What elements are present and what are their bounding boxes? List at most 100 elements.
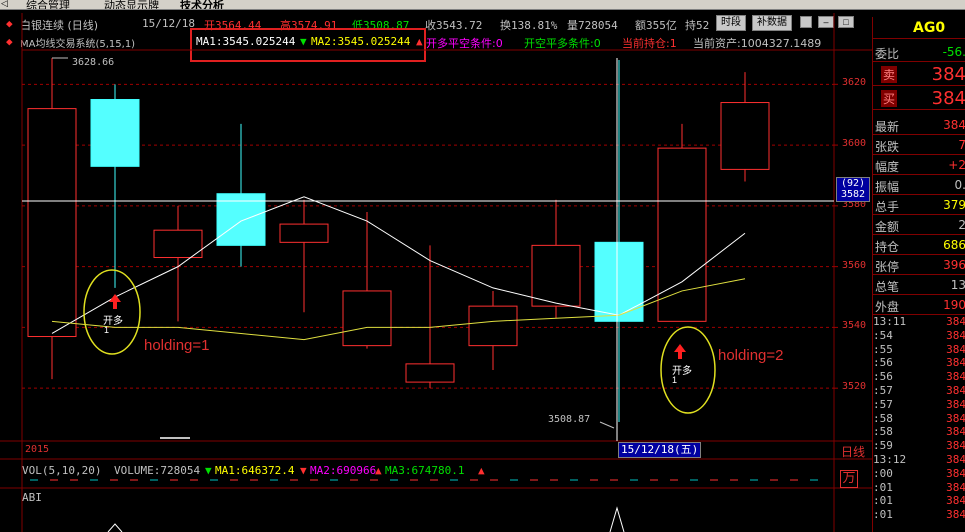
candle-down: [90, 99, 140, 167]
up-arrow-icon: ▲: [375, 464, 382, 477]
crosshair-price: 3582: [840, 189, 866, 200]
tick-row: :01 384: [873, 481, 965, 494]
open-short-condition: 开空平多条件:0: [524, 37, 601, 50]
tab-comprehensive-management[interactable]: 综合管理: [26, 0, 70, 9]
quote-stat-row: 外盘 190: [873, 295, 965, 315]
signal-open-long-count: 1: [672, 375, 678, 385]
tick-row: :58 384: [873, 412, 965, 425]
period-button[interactable]: 时段: [716, 15, 746, 31]
tick-row: :56 384: [873, 370, 965, 383]
quote-stat-label: 金额: [875, 220, 900, 234]
quote-volume: 量728054: [567, 19, 618, 32]
vol-volume: VOLUME:728054: [114, 464, 201, 477]
quote-stat-row: 张跌 7: [873, 135, 965, 155]
tab-dynamic-display[interactable]: 动态显示牌: [104, 0, 159, 9]
candle-up: [531, 244, 581, 307]
candle-up: [342, 290, 392, 347]
tick-price: 384: [946, 370, 965, 384]
candle-up: [279, 223, 329, 243]
candle-up: [468, 305, 518, 347]
volume-header-row: VOL(5,10,20) VOLUME:728054 ▼ MA1:646372.…: [0, 462, 870, 478]
tick-time: :59: [873, 439, 893, 453]
tick-time: :01: [873, 494, 893, 508]
crosshair-count: (92): [840, 178, 866, 189]
price-axis-label: 3520: [842, 381, 867, 393]
quote-stat-label: 外盘: [875, 300, 900, 314]
instrument-code: AG0: [913, 20, 946, 36]
quote-stat-value: 384: [943, 118, 965, 132]
tick-time: :58: [873, 425, 893, 439]
candle-up: [27, 108, 77, 338]
tick-price: 384: [946, 425, 965, 439]
tick-row: :57 384: [873, 398, 965, 411]
price-axis-label: 3560: [842, 259, 867, 271]
quote-stat-value: 686: [943, 238, 965, 252]
quote-stat-value: 379: [943, 198, 965, 212]
quote-stat-row: 总手 379: [873, 195, 965, 215]
tick-row: :56 384: [873, 356, 965, 369]
tick-time: :00: [873, 466, 893, 480]
quote-stat-label: 最新: [875, 120, 900, 134]
quote-stat-row: 最新 384: [873, 115, 965, 135]
tick-row: 13:12 384: [873, 453, 965, 466]
quote-stat-value: 13: [950, 278, 965, 292]
diamond-icon: ◆: [6, 35, 13, 48]
diamond-icon: ◆: [6, 17, 13, 30]
quote-turnover: 换138.81%: [500, 19, 558, 32]
quote-hold: 持52: [685, 19, 710, 32]
quote-stat-row: 张停 396: [873, 255, 965, 275]
tick-row: :54 384: [873, 329, 965, 342]
holding-annotation: holding=1: [144, 337, 210, 354]
quote-stat-value: 396: [943, 258, 965, 272]
abi-spike: [609, 506, 625, 532]
abi-label: ABI: [22, 491, 42, 504]
tick-row: :55 384: [873, 343, 965, 356]
crosshair-price-tag: (92) 3582: [836, 177, 870, 202]
order-ratio-row: 委比 -56.: [873, 42, 965, 62]
checkbox-icon[interactable]: [800, 16, 812, 28]
sell-label: 卖: [881, 66, 898, 83]
order-ratio-value: -56.: [942, 45, 965, 59]
abi-spike: [107, 523, 123, 532]
tick-time: :55: [873, 342, 893, 356]
minimize-icon[interactable]: –: [818, 16, 834, 28]
tick-time: :56: [873, 356, 893, 370]
candle-up: [720, 102, 770, 170]
quote-stat-row: 持仓 686: [873, 235, 965, 255]
buy-row[interactable]: 买 384: [873, 86, 965, 110]
tick-price: 384: [946, 315, 965, 328]
tick-price: 384: [946, 466, 965, 480]
tick-time: :54: [873, 328, 893, 342]
tick-price: 384: [946, 494, 965, 508]
ma-values-highlight-box: [190, 28, 426, 62]
fill-data-button[interactable]: 补数据: [752, 15, 792, 31]
buy-arrow-icon: [109, 294, 121, 309]
sell-price: 384: [931, 64, 965, 85]
restore-icon[interactable]: □: [838, 16, 854, 28]
quote-stat-label: 振幅: [875, 180, 900, 194]
tick-row: :57 384: [873, 384, 965, 397]
period-label[interactable]: 日线: [841, 443, 865, 460]
x-axis-year: 2015: [25, 444, 50, 455]
low-price-label: 3508.87: [548, 414, 591, 425]
tick-time: :57: [873, 397, 893, 411]
sell-row[interactable]: 卖 384: [873, 62, 965, 86]
tick-row: 13:11 384: [873, 315, 965, 328]
quote-stat-row: 金额 2: [873, 215, 965, 235]
tick-time: 13:12: [873, 453, 907, 466]
quote-stat-row: 幅度 +2: [873, 155, 965, 175]
quote-stat-label: 总手: [875, 200, 900, 214]
quote-stat-label: 张停: [875, 260, 900, 274]
tick-row: :01 384: [873, 508, 965, 521]
open-long-condition: 开多平空条件:0: [426, 37, 503, 50]
signal-open-long-count: 1: [104, 325, 110, 335]
candlestick-chart[interactable]: [0, 0, 965, 532]
tab-technical-analysis[interactable]: 技术分析: [180, 0, 224, 9]
buy-arrow-icon: [674, 344, 686, 359]
quote-date: 15/12/18: [142, 17, 195, 30]
order-ratio-label: 委比: [875, 47, 900, 61]
candle-up: [153, 229, 203, 259]
low-marker: [599, 421, 615, 429]
quote-stat-value: +2: [948, 158, 965, 172]
tab-scroll-left-icon[interactable]: ◁: [1, 0, 8, 9]
